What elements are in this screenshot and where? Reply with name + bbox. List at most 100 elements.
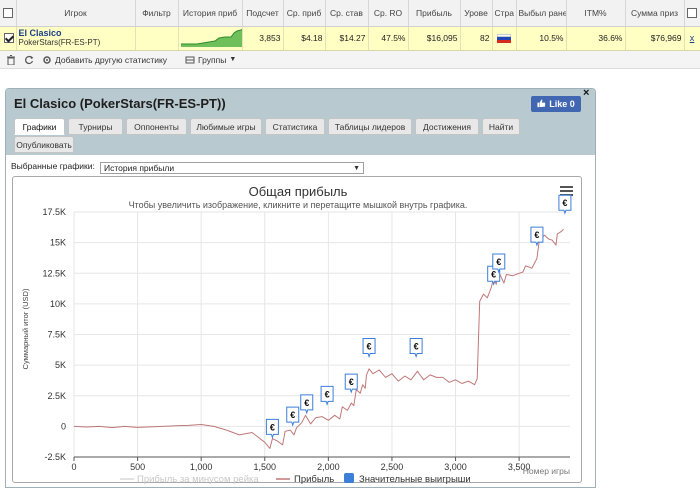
- profit-cell: $16,095: [408, 26, 461, 51]
- add-stats-label: Добавить другую статистику: [55, 54, 168, 65]
- tab-opponents[interactable]: Оппоненты: [126, 118, 187, 135]
- player-name-link[interactable]: El Clasico: [19, 28, 133, 38]
- col-profit-history[interactable]: История приб: [178, 0, 243, 27]
- y-tick-label: 7.5K: [47, 330, 66, 340]
- grid-icon: [185, 55, 195, 65]
- svg-text:€: €: [304, 398, 309, 408]
- y-tick-label: 10K: [50, 299, 66, 309]
- svg-text:€: €: [496, 257, 501, 267]
- tab-charts[interactable]: Графики: [14, 118, 65, 135]
- row-select[interactable]: [0, 26, 17, 51]
- table-row[interactable]: El Clasico PokerStars(FR-ES-PT) 3,853 $4…: [0, 26, 700, 51]
- col-extra: [684, 0, 700, 27]
- refresh-icon[interactable]: [24, 55, 34, 65]
- big-win-marker[interactable]: €: [409, 338, 423, 359]
- player-cell[interactable]: El Clasico PokerStars(FR-ES-PT): [16, 26, 136, 51]
- avg-roi-cell: 47.5%: [368, 26, 409, 51]
- col-level[interactable]: Урове: [460, 0, 493, 27]
- tab-achievements[interactable]: Достижения: [415, 118, 479, 135]
- chart-title: Общая прибыль: [249, 184, 348, 199]
- tab-publish[interactable]: Опубликовать: [14, 136, 74, 153]
- tab-leaderboards[interactable]: Таблицы лидеров: [328, 118, 412, 135]
- early-out-cell: 10.5%: [516, 26, 567, 51]
- menu-icon[interactable]: [560, 186, 573, 196]
- big-win-marker[interactable]: €: [492, 253, 506, 274]
- svg-text:€: €: [290, 410, 295, 420]
- panel-title: El Clasico (PokerStars(FR-ES-PT)): [14, 96, 226, 111]
- col-itm[interactable]: ITM%: [566, 0, 626, 27]
- tab-tournaments[interactable]: Турниры: [68, 118, 123, 135]
- svg-text:€: €: [367, 342, 372, 352]
- col-prize-sum[interactable]: Сумма приз: [625, 0, 685, 27]
- col-player[interactable]: Игрок: [16, 0, 136, 27]
- big-win-marker[interactable]: €: [286, 406, 300, 427]
- col-profit[interactable]: Прибыль: [408, 0, 461, 27]
- y-tick-label: 5K: [55, 360, 66, 370]
- filter-cell: [135, 26, 179, 51]
- svg-text:€: €: [325, 389, 330, 399]
- tab-statistics[interactable]: Статистика: [265, 118, 325, 135]
- avg-profit-cell: $4.18: [283, 26, 326, 51]
- add-stats-button[interactable]: Добавить другую статистику: [42, 55, 167, 65]
- x-tick-label: 500: [130, 462, 145, 472]
- select-all-checkbox[interactable]: [2, 8, 13, 19]
- big-win-marker[interactable]: €: [344, 373, 358, 394]
- chart-legend: Прибыль за минусом рейка Прибыль Значите…: [120, 473, 471, 485]
- col-filter[interactable]: Фильтр: [135, 0, 179, 27]
- svg-text:€: €: [562, 198, 567, 208]
- profit-chart-svg[interactable]: Общая прибыль Чтобы увеличить изображени…: [13, 177, 583, 485]
- trash-icon[interactable]: [6, 54, 16, 65]
- sparkline-cell: [178, 26, 243, 51]
- profit-chart[interactable]: Общая прибыль Чтобы увеличить изображени…: [12, 176, 583, 485]
- chevron-down-icon: ▼: [353, 165, 360, 172]
- country-cell: [492, 26, 517, 51]
- tab-search[interactable]: Найти: [482, 118, 520, 135]
- x-tick-label: 3,000: [444, 462, 467, 472]
- chevron-down-icon: ▼: [229, 56, 237, 63]
- svg-text:€: €: [270, 422, 275, 432]
- column-options-checkbox[interactable]: [687, 8, 697, 19]
- tab-favorite-games[interactable]: Любимые игры: [190, 118, 262, 135]
- facebook-like-button[interactable]: Like 0: [531, 96, 581, 112]
- chart-select-value: История прибыли: [104, 163, 175, 173]
- svg-text:€: €: [534, 230, 539, 240]
- x-tick-label: 2,500: [381, 462, 404, 472]
- russia-flag-icon: [497, 34, 511, 44]
- big-win-marker[interactable]: €: [265, 418, 279, 439]
- select-all-header[interactable]: [0, 0, 17, 27]
- big-win-marker[interactable]: €: [530, 226, 544, 247]
- table-header-row: Игрок Фильтр История приб Подсчет Ср. пр…: [0, 0, 700, 27]
- prize-sum-cell: $76,969: [625, 26, 685, 51]
- groups-dropdown[interactable]: Группы ▼: [185, 55, 236, 65]
- x-tick-label: 2,000: [317, 462, 340, 472]
- itm-cell: 36.6%: [566, 26, 626, 51]
- chart-select[interactable]: История прибыли ▼: [100, 162, 364, 174]
- profit-sparkline: [180, 29, 241, 47]
- y-tick-label: 2.5K: [47, 391, 66, 401]
- big-win-marker[interactable]: €: [300, 394, 314, 415]
- y-tick-label: 12.5K: [42, 268, 66, 278]
- col-avg-profit[interactable]: Ср. приб: [283, 0, 326, 27]
- avg-stake-cell: $14.27: [325, 26, 369, 51]
- col-avg-roi[interactable]: Ср. RO: [368, 0, 409, 27]
- col-early-out[interactable]: Выбыл ране: [516, 0, 567, 27]
- profit-series-line[interactable]: [73, 228, 564, 449]
- legend-item-big-wins[interactable]: Значительные выигрыши: [344, 473, 471, 485]
- col-count[interactable]: Подсчет: [242, 0, 284, 27]
- y-tick-label: -2.5K: [44, 452, 66, 462]
- close-icon[interactable]: ×: [583, 87, 589, 99]
- row-checkbox[interactable]: [3, 33, 14, 44]
- big-win-marker[interactable]: €: [362, 338, 376, 359]
- x-tick-label: 1,500: [254, 462, 277, 472]
- results-table: Игрок Фильтр История приб Подсчет Ср. пр…: [0, 0, 700, 51]
- svg-text:€: €: [349, 377, 354, 387]
- remove-row-link[interactable]: х: [690, 33, 695, 43]
- remove-row-cell[interactable]: х: [684, 26, 700, 51]
- big-win-marker[interactable]: €: [558, 194, 572, 215]
- count-cell: 3,853: [242, 26, 284, 51]
- y-tick-label: 0: [61, 421, 66, 431]
- col-avg-stake[interactable]: Ср. став: [325, 0, 369, 27]
- big-win-marker[interactable]: €: [320, 385, 334, 406]
- level-cell: 82: [460, 26, 493, 51]
- col-country[interactable]: Стра: [492, 0, 517, 27]
